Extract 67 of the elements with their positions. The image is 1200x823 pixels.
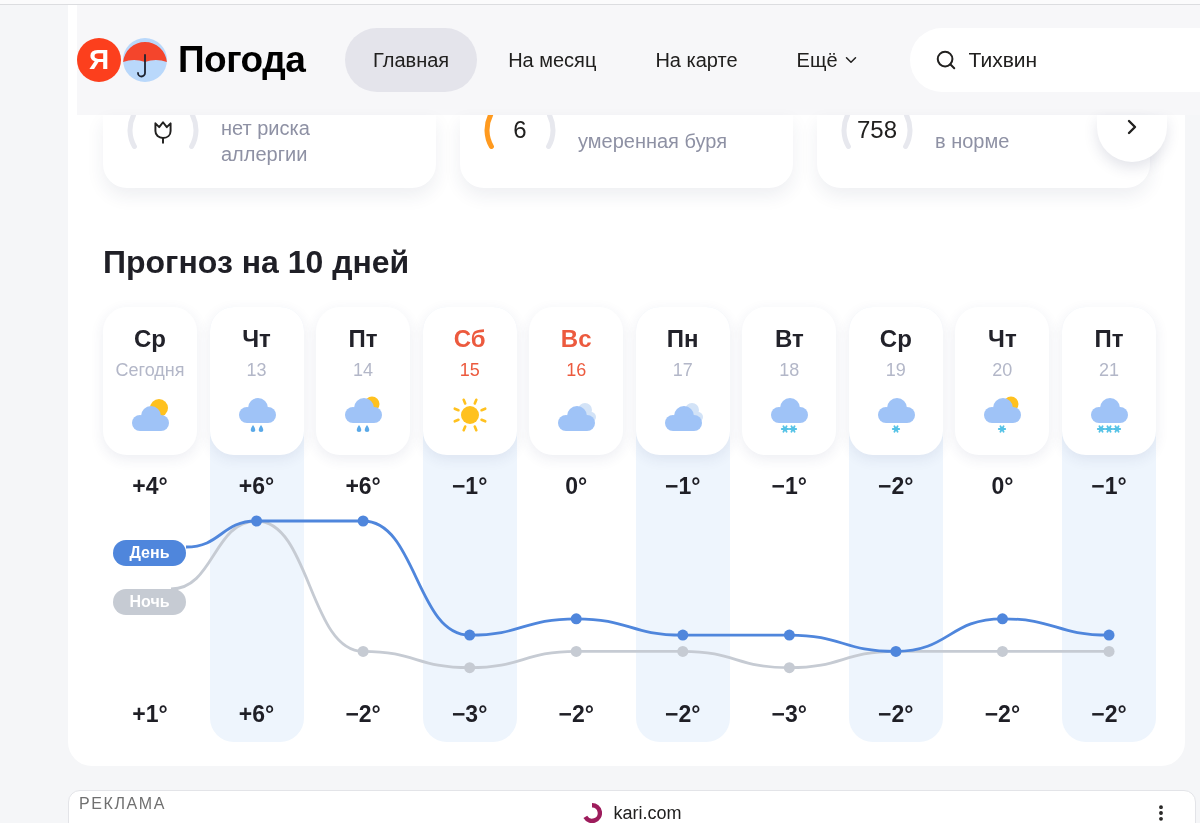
day-name: Чт <box>242 325 271 353</box>
ad-label: РЕКЛАМА <box>79 795 167 813</box>
day-name: Пн <box>666 325 699 353</box>
day-name: Ср <box>879 325 912 353</box>
day-date: 14 <box>353 359 374 381</box>
night-temperature: −2° <box>558 700 594 727</box>
app-title: Погода <box>178 38 306 82</box>
nav-tab[interactable]: Ещё <box>768 28 888 92</box>
day-card[interactable]: Ср Сегодня <box>103 307 197 455</box>
nav-tab[interactable]: Главная <box>345 28 478 92</box>
day-date: 20 <box>992 359 1013 381</box>
day-card[interactable]: Пт 14 <box>316 307 411 455</box>
day-temperature: −1° <box>771 473 807 499</box>
day-name: Ср <box>134 325 166 353</box>
ad-link[interactable]: kari.com <box>613 803 682 823</box>
gauge-value: 6 <box>513 116 527 144</box>
night-temperature: −3° <box>451 700 488 727</box>
day-name: Вт <box>774 325 804 353</box>
day-temperature: +6° <box>345 473 381 499</box>
day-card[interactable]: Вт 18 <box>742 307 837 455</box>
day-card[interactable]: Пн 17 <box>635 307 730 455</box>
day-temperature: −2° <box>878 473 914 499</box>
day-card[interactable]: Пт 21 <box>1061 307 1156 455</box>
day-temperature: 0° <box>565 473 588 499</box>
nav-tab[interactable]: На карте <box>627 28 766 92</box>
day-temperature: +6° <box>238 473 275 499</box>
day-date: Сегодня <box>115 359 185 381</box>
day-date: 21 <box>1098 359 1119 381</box>
search-field[interactable]: Тихвин <box>909 28 1200 92</box>
day-temperature: −1° <box>665 473 701 499</box>
condition-status: в норме <box>935 129 1010 154</box>
night-temperature: −2° <box>345 700 381 727</box>
search-icon <box>934 49 957 71</box>
day-date: 15 <box>459 359 480 381</box>
day-date: 13 <box>246 359 267 381</box>
day-date: 17 <box>672 359 693 381</box>
night-temperature: −2° <box>665 700 701 727</box>
day-date: 16 <box>566 359 587 381</box>
nav-tab[interactable]: На месяц <box>480 28 625 92</box>
day-temperature: −1° <box>451 473 488 499</box>
section-title: Прогноз на 10 дней <box>103 243 410 282</box>
night-temperature: +1° <box>132 700 168 727</box>
night-temperature: +6° <box>238 700 275 727</box>
day-temperature: −1° <box>1091 473 1127 499</box>
day-card[interactable]: Чт 13 <box>209 307 304 455</box>
day-card[interactable]: Чт 20 <box>955 307 1050 455</box>
ring-logo-icon <box>582 803 603 823</box>
day-name: Чт <box>988 325 1017 353</box>
night-temperature: −2° <box>878 700 914 727</box>
condition-status: умеренная буря <box>578 129 727 154</box>
day-name: Сб <box>453 325 486 353</box>
night-temperature: −2° <box>1091 700 1127 727</box>
umbrella-logo-icon <box>123 38 167 82</box>
logo-mark[interactable]: Я <box>77 38 121 82</box>
gauge-value: 758 <box>856 116 897 144</box>
day-name: Вс <box>560 325 592 353</box>
night-temperature: −2° <box>984 700 1021 727</box>
day-temperature: +4° <box>132 473 168 499</box>
day-card[interactable]: Сб 15 <box>422 307 517 455</box>
condition-status: нет риска аллергии <box>221 116 310 167</box>
day-name: Пт <box>1094 325 1124 353</box>
day-card[interactable]: Ср 19 <box>848 307 943 455</box>
day-date: 19 <box>885 359 906 381</box>
day-name: Пт <box>348 325 378 353</box>
night-temperature: −3° <box>771 700 807 727</box>
day-date: 18 <box>779 359 800 381</box>
day-temperature: 0° <box>991 473 1014 499</box>
